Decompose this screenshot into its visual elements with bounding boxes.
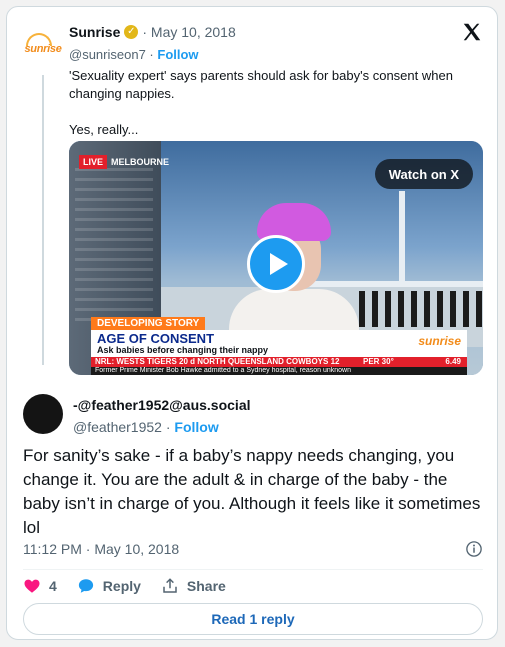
- reply-handle[interactable]: @feather1952: [73, 419, 162, 435]
- reply-bubble-icon: [78, 579, 93, 593]
- parent-tweet-text: 'Sexuality expert' says parents should a…: [69, 67, 489, 139]
- ticker-time: 6.49: [445, 357, 461, 366]
- video-pier-posts: [359, 291, 483, 327]
- reply-button[interactable]: Reply: [77, 577, 141, 595]
- reply-timestamp[interactable]: 11:12 PM · May 10, 2018: [23, 541, 179, 557]
- parent-date-separator: ·: [142, 24, 151, 40]
- tweet-card: sunrise Sunrise ✓ · May 10, 2018 @sunris…: [6, 6, 498, 640]
- live-location: MELBOURNE: [111, 157, 170, 167]
- reply-handle-row: @feather1952 · Follow: [73, 419, 219, 435]
- parent-handle[interactable]: @sunriseon7: [69, 47, 146, 62]
- video-player[interactable]: LIVE MELBOURNE Watch on X DEVELOPING STO…: [69, 141, 483, 375]
- reply-avatar[interactable]: [23, 394, 63, 434]
- reply-tweet-text: For sanity’s sake - if a baby’s nappy ne…: [23, 446, 481, 537]
- live-label: LIVE: [79, 155, 108, 169]
- lower-third: AGE OF CONSENT Ask babies before changin…: [91, 330, 467, 357]
- parent-handle-row: @sunriseon7 · Follow: [69, 47, 199, 62]
- parent-text-line: Yes, really...: [69, 122, 139, 137]
- ticker-sport: NRL: WESTS TIGERS 20 d NORTH QUEENSLAND …: [95, 357, 340, 366]
- read-replies-button[interactable]: Read 1 reply: [23, 603, 483, 635]
- action-bar: 4 Reply Share: [23, 577, 246, 595]
- share-label: Share: [186, 578, 226, 594]
- share-button[interactable]: Share: [161, 577, 226, 595]
- thread-line: [42, 75, 44, 365]
- watch-on-x-button[interactable]: Watch on X: [374, 159, 473, 189]
- ticker-weather: PER 30°: [363, 357, 394, 366]
- reply-author-name[interactable]: -@feather1952@aus.social: [73, 397, 251, 413]
- sunrise-avatar[interactable]: sunrise: [23, 29, 63, 69]
- video-bridge-pylon: [399, 191, 405, 287]
- news-crawl: Former Prime Minister Bob Hawke admitted…: [91, 367, 467, 375]
- parent-author-name[interactable]: Sunrise: [69, 24, 120, 40]
- parent-author-row: Sunrise ✓ · May 10, 2018: [69, 24, 236, 40]
- like-button[interactable]: 4: [23, 577, 57, 595]
- lower-third-logo: sunrise: [418, 334, 461, 348]
- reply-label: Reply: [102, 578, 141, 594]
- verified-badge-icon: ✓: [124, 25, 139, 39]
- live-badge: LIVE MELBOURNE: [79, 155, 173, 169]
- x-logo-icon[interactable]: [461, 21, 483, 43]
- info-icon[interactable]: [465, 540, 483, 558]
- play-icon[interactable]: [247, 235, 305, 293]
- reply-follow-link[interactable]: Follow: [174, 419, 218, 435]
- heart-icon: [24, 579, 40, 593]
- developing-story-banner: DEVELOPING STORY: [91, 317, 206, 330]
- parent-follow-link[interactable]: Follow: [157, 47, 198, 62]
- sunrise-logo: sunrise: [24, 33, 62, 55]
- share-icon: [163, 578, 177, 593]
- divider: [23, 569, 483, 570]
- ticker-bar: NRL: WESTS TIGERS 20 d NORTH QUEENSLAND …: [91, 357, 467, 367]
- lower-third-subheadline: Ask babies before changing their nappy: [97, 345, 269, 355]
- like-count: 4: [49, 578, 57, 594]
- parent-date[interactable]: May 10, 2018: [151, 24, 236, 40]
- parent-text-line: 'Sexuality expert' says parents should a…: [69, 68, 453, 101]
- lower-third-headline: AGE OF CONSENT: [97, 331, 215, 346]
